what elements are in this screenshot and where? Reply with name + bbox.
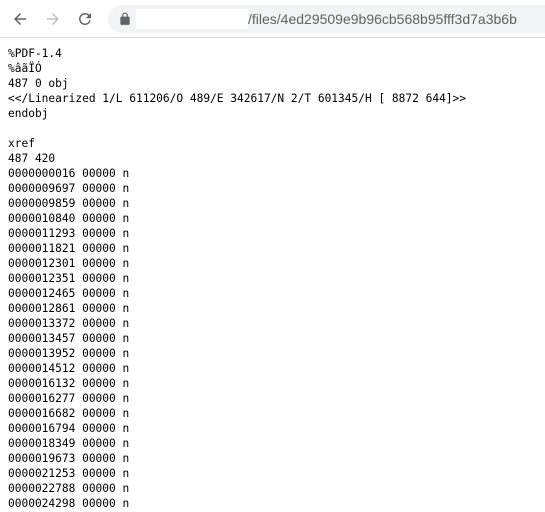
text-line: 0000011293 00000 n (8, 227, 130, 240)
text-line: %PDF-1.4 (8, 47, 62, 60)
text-line: 0000012351 00000 n (8, 272, 130, 285)
text-line: 0000018349 00000 n (8, 437, 130, 450)
text-line: 0000016277 00000 n (8, 392, 130, 405)
text-line: 0000014512 00000 n (8, 362, 130, 375)
text-line: 0000009697 00000 n (8, 182, 130, 195)
text-line: 0000000016 00000 n (8, 167, 130, 180)
text-line (8, 121, 538, 136)
text-line: <</Linearized 1/L 611206/O 489/E 342617/… (8, 92, 467, 105)
text-line: 0000019673 00000 n (8, 452, 130, 465)
browser-toolbar: /files/4ed29509e9b96cb568b95fff3d7a3b6b (0, 0, 545, 38)
text-line: 0000013372 00000 n (8, 317, 130, 330)
text-line: 0000016132 00000 n (8, 377, 130, 390)
text-line: 0000012301 00000 n (8, 257, 130, 270)
arrow-right-icon (47, 13, 59, 25)
lock-icon (120, 12, 130, 25)
text-line: 0000009859 00000 n (8, 197, 130, 210)
text-line: 0000024298 00000 n (8, 497, 130, 510)
text-line: endobj (8, 107, 49, 120)
pdf-raw-text: %PDF-1.4 %âãÏÓ 487 0 obj <</Linearized 1/L … (8, 46, 538, 511)
text-line: 0000012861 00000 n (8, 302, 130, 315)
url-redaction (136, 9, 248, 29)
arrow-left-icon (14, 13, 26, 25)
text-line: 0000016682 00000 n (8, 407, 130, 420)
text-line: 0000013457 00000 n (8, 332, 130, 345)
text-line: 0000016794 00000 n (8, 422, 130, 435)
text-line: 487 0 obj (8, 77, 69, 90)
url-text[interactable]: /files/4ed29509e9b96cb568b95fff3d7a3b6b (248, 11, 517, 27)
text-line: %âãÏÓ (8, 62, 42, 75)
text-line: 0000021253 00000 n (8, 467, 130, 480)
text-line: 0000011821 00000 n (8, 242, 130, 255)
text-line: 0000013952 00000 n (8, 347, 130, 360)
reload-button[interactable] (73, 7, 97, 31)
reload-icon (78, 12, 91, 25)
text-line: 0000012465 00000 n (8, 287, 130, 300)
text-line: xref (8, 137, 35, 150)
back-button[interactable] (8, 7, 32, 31)
forward-button[interactable] (41, 7, 65, 31)
address-bar[interactable]: /files/4ed29509e9b96cb568b95fff3d7a3b6b (108, 5, 545, 33)
text-line: 487 420 (8, 152, 56, 165)
text-line: 0000022788 00000 n (8, 482, 130, 495)
text-line: 0000010840 00000 n (8, 212, 130, 225)
